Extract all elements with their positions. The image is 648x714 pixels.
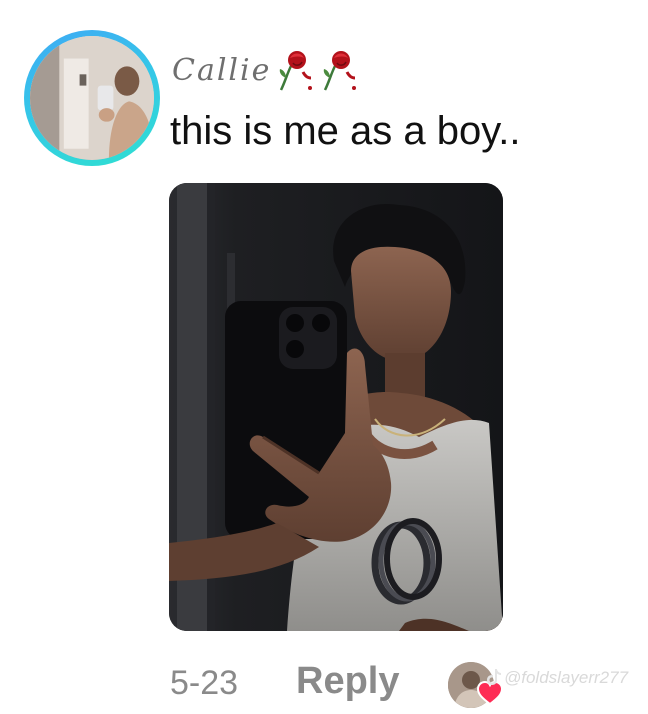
watermark-handle: @foldslayerr277 <box>504 668 629 687</box>
tiktok-logo-icon <box>487 669 501 685</box>
username-row[interactable]: Callie <box>172 46 359 94</box>
comment-footer: 5-23 Reply @foldslayerr277 <box>170 660 640 708</box>
watermark: @foldslayerr277 <box>486 668 628 688</box>
avatar-photo <box>30 36 154 160</box>
commenter-avatar[interactable] <box>24 30 160 166</box>
username[interactable]: Callie <box>172 53 271 88</box>
reply-button[interactable]: Reply <box>296 660 399 703</box>
comment-text: this is me as a boy.. <box>170 109 521 153</box>
comment-date: 5-23 <box>170 664 239 702</box>
rose-icon <box>324 51 357 91</box>
rose-icon <box>280 51 313 91</box>
comment-photo[interactable] <box>169 183 503 631</box>
